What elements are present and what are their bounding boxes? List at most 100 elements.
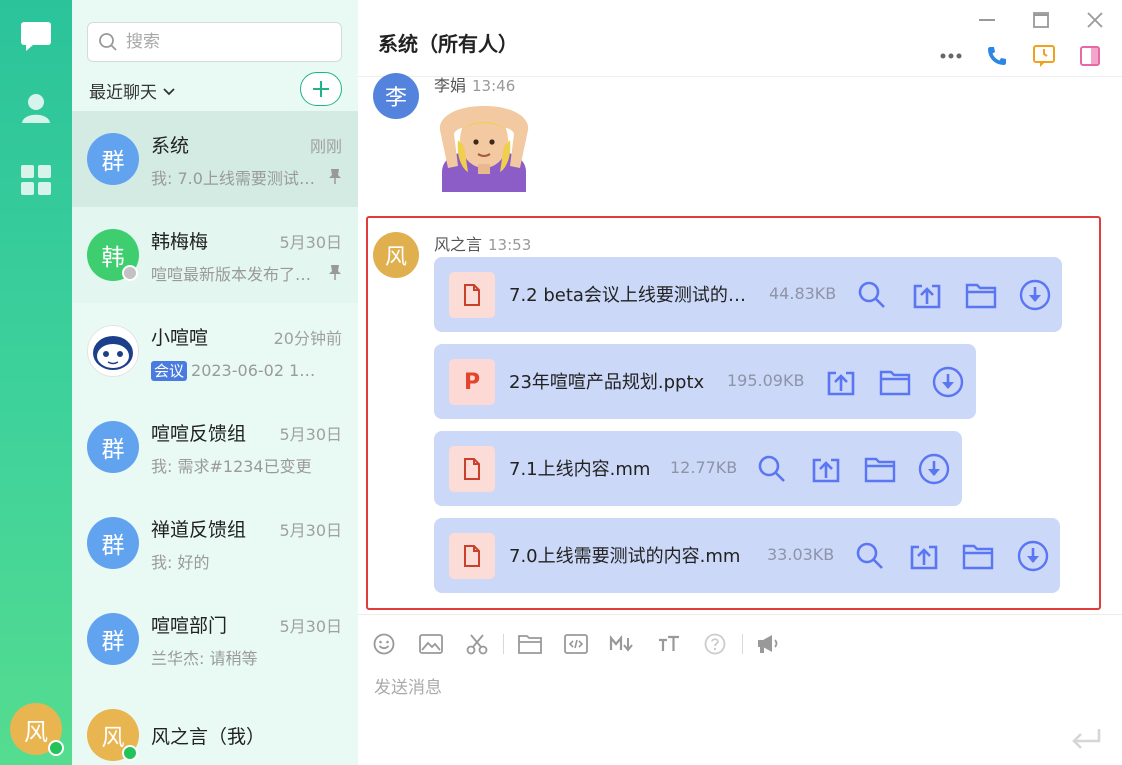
download-button[interactable]: [1019, 279, 1051, 311]
enter-icon: [1072, 729, 1101, 749]
conversation-name: 喧喧部门: [151, 615, 228, 637]
open-folder-button[interactable]: [962, 540, 994, 572]
search-icon: [758, 455, 785, 482]
search-input[interactable]: [126, 32, 326, 52]
nav-rail: 风: [0, 0, 72, 765]
file-attachment[interactable]: 7.1上线内容.mm 12.77KB: [434, 431, 962, 506]
search-icon: [99, 33, 117, 51]
conversation-item[interactable]: 韩 韩梅梅 5月30日 喧喧最新版本发布了，大家快来体验: [72, 207, 358, 303]
chevron-down-icon: [163, 87, 175, 95]
send-button[interactable]: [1068, 724, 1104, 754]
chat-icon[interactable]: [20, 20, 52, 52]
download-button[interactable]: [1017, 540, 1049, 572]
search-box[interactable]: [87, 22, 342, 62]
conversation-time: 5月30日: [279, 521, 342, 540]
forward-button[interactable]: [911, 279, 943, 311]
maximize-button[interactable]: [1031, 10, 1051, 30]
contacts-icon[interactable]: [20, 92, 52, 124]
smiley-icon: [373, 633, 395, 655]
folder-icon: [962, 544, 994, 570]
document-icon: [449, 533, 495, 579]
conversation-time: 20分钟前: [273, 329, 342, 348]
markdown-button[interactable]: [609, 631, 635, 657]
bot-avatar: [87, 325, 139, 377]
close-button[interactable]: [1085, 10, 1105, 30]
file-size: 44.83KB: [769, 284, 837, 303]
more-button[interactable]: [939, 44, 963, 68]
download-button[interactable]: [932, 366, 964, 398]
forward-button[interactable]: [825, 366, 857, 398]
download-button[interactable]: [918, 453, 950, 485]
conversation-time: 5月30日: [279, 617, 342, 636]
conversation-name: 禅道反馈组: [151, 519, 247, 541]
file-name: 7.1上线内容.mm: [509, 459, 651, 480]
group-avatar: 群: [87, 133, 139, 185]
conversation-name: 喧喧反馈组: [151, 423, 247, 445]
conversation-item[interactable]: 群 喧喧反馈组 5月30日 我: 需求#1234已变更: [72, 399, 358, 495]
file-name: 7.2 beta会议上线要测试的内容.mm: [509, 285, 749, 306]
call-button[interactable]: [985, 44, 1009, 68]
conversation-item[interactable]: 群 系统 刚刚 我: 7.0上线需要测试的内容.mm: [72, 111, 358, 207]
conversation-item[interactable]: 群 禅道反馈组 5月30日 我: 好的: [72, 495, 358, 591]
conversation-item[interactable]: 小喧喧 20分钟前 会议2023-06-02 11:00 会议: [72, 303, 358, 399]
bot-face-icon: [93, 336, 133, 370]
text-size-icon: [659, 635, 679, 651]
sender-avatar[interactable]: 风: [373, 232, 419, 278]
message-sender: 李娟 13:46: [434, 72, 515, 96]
sender-name: 李娟: [434, 76, 467, 95]
powerpoint-icon: P: [449, 359, 495, 405]
preview-button[interactable]: [756, 453, 788, 485]
preview-button[interactable]: [854, 540, 886, 572]
history-button[interactable]: [1032, 44, 1056, 68]
emoji-button[interactable]: [371, 631, 397, 657]
conversation-name: 小喧喧: [151, 327, 209, 349]
conversation-time: 刚刚: [309, 137, 342, 156]
screenshot-button[interactable]: [464, 631, 490, 657]
folder-icon: [864, 457, 896, 483]
woman-ok-emoji-icon: [439, 106, 529, 192]
message-time: 13:53: [488, 236, 532, 254]
sender-avatar-label: 李: [384, 86, 407, 111]
message-input[interactable]: [374, 668, 1074, 708]
forward-button[interactable]: [908, 540, 940, 572]
announcement-button[interactable]: [755, 631, 781, 657]
sender-avatar-label: 风: [384, 245, 407, 270]
folder-icon: [965, 283, 997, 309]
open-folder-button[interactable]: [879, 366, 911, 398]
help-button[interactable]: [702, 631, 728, 657]
open-folder-button[interactable]: [864, 453, 896, 485]
apps-icon[interactable]: [20, 164, 52, 196]
recent-chats-dropdown[interactable]: 最近聊天: [89, 78, 177, 103]
composer-divider: [358, 614, 1122, 615]
text-format-button[interactable]: [656, 631, 682, 657]
emoji-sticker[interactable]: [434, 100, 534, 192]
minimize-button[interactable]: [977, 10, 997, 30]
user-avatar[interactable]: 风: [10, 703, 64, 756]
send-file-button[interactable]: [517, 631, 543, 657]
plus-icon: [313, 81, 329, 97]
preview-button[interactable]: [856, 279, 888, 311]
code-icon: [564, 634, 588, 654]
markdown-icon: [609, 635, 633, 652]
add-chat-button[interactable]: [300, 72, 342, 106]
code-button[interactable]: [563, 631, 589, 657]
forward-button[interactable]: [810, 453, 842, 485]
image-button[interactable]: [418, 631, 444, 657]
file-attachment[interactable]: P 23年喧喧产品规划.pptx 195.09KB: [434, 344, 976, 419]
powerpoint-letter: P: [463, 369, 481, 395]
sidebar-toggle-button[interactable]: [1078, 44, 1102, 68]
file-attachment[interactable]: 7.0上线需要测试的内容.mm 33.03KB: [434, 518, 1060, 593]
file-size: 195.09KB: [727, 371, 805, 390]
open-folder-button[interactable]: [965, 279, 997, 311]
download-icon: [918, 453, 950, 485]
sender-avatar[interactable]: 李: [373, 73, 419, 119]
sidebar-icon: [1080, 46, 1100, 66]
file-size: 33.03KB: [767, 545, 835, 564]
conversation-item[interactable]: 风 风之言（我）: [72, 687, 358, 765]
conversation-item[interactable]: 群 喧喧部门 5月30日 兰华杰: 请稍等: [72, 591, 358, 687]
conversation-time: 5月30日: [279, 425, 342, 444]
file-attachment[interactable]: 7.2 beta会议上线要测试的内容.mm 44.83KB: [434, 257, 1062, 332]
image-icon: [419, 634, 443, 654]
document-icon: [449, 272, 495, 318]
minimize-icon: [979, 19, 995, 21]
